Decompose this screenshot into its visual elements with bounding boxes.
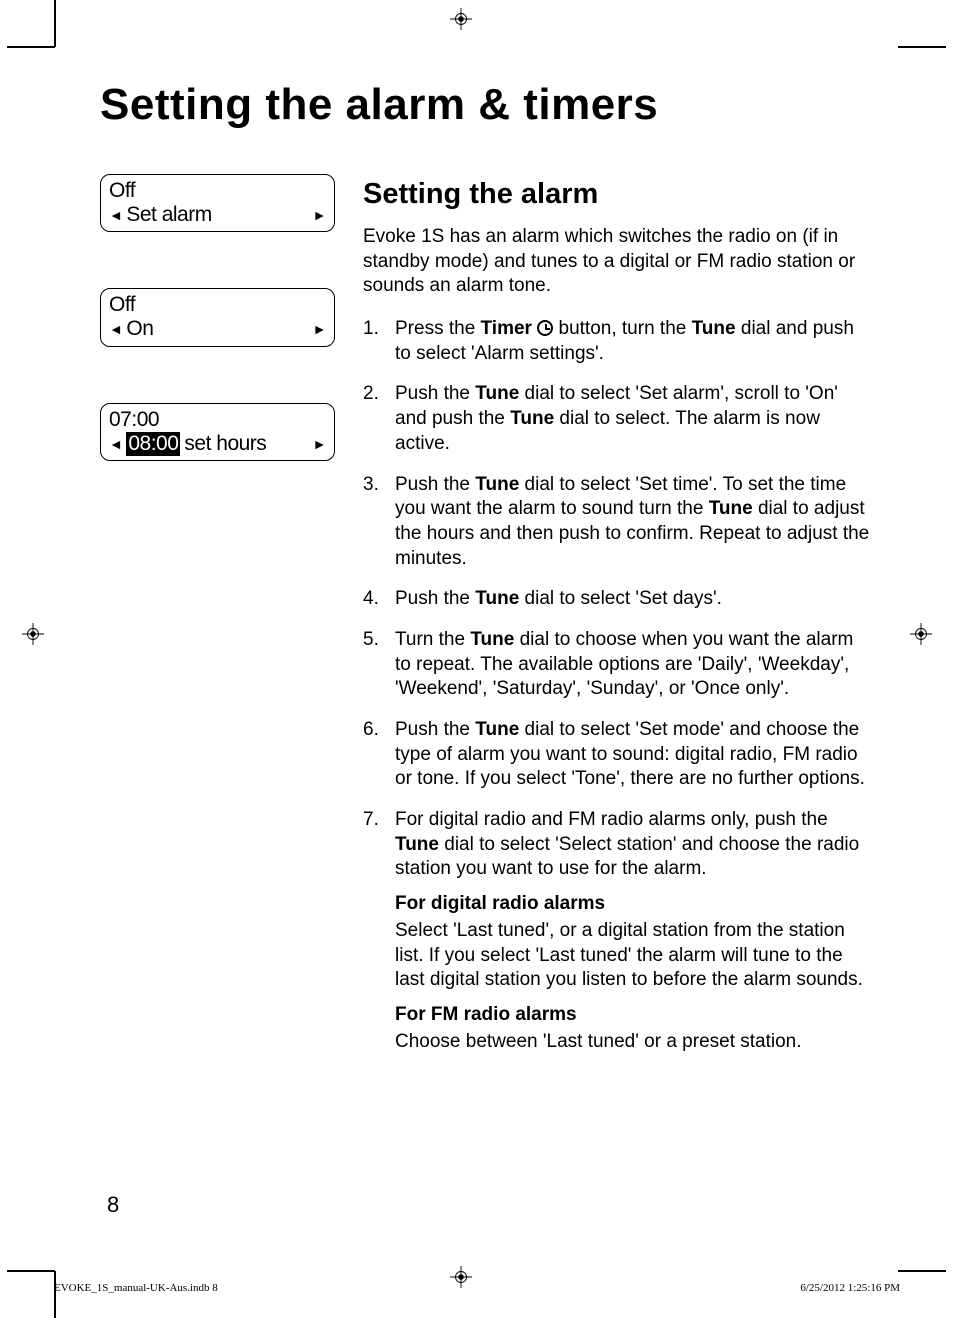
lcd-highlight: 08:00 [126,432,180,456]
intro-paragraph: Evoke 1S has an alarm which switches the… [363,225,870,299]
step-number: 1. [363,317,395,366]
step-number: 3. [363,473,395,572]
step-number: 6. [363,718,395,792]
sub-heading: For FM radio alarms [395,1003,870,1028]
step-item: 7. For digital radio and FM radio alarms… [363,808,870,1054]
page-title: Setting the alarm & timers [100,80,870,130]
instructions-column: Setting the alarm Evoke 1S has an alarm … [363,174,870,1070]
lcd-line: set hours [184,432,266,456]
lcd-box-3: 07:00 ◄08:00 set hours ► [100,403,335,461]
lcd-examples-column: Off ◄Set alarm ► Off ◄On ► 07:00 ◄08:00 … [100,174,335,1070]
step-item: 5. Turn the Tune dial to choose when you… [363,628,870,702]
arrow-right-icon: ► [313,321,326,337]
step-item: 4. Push the Tune dial to select 'Set day… [363,587,870,612]
footer-filename: EVOKE_1S_manual-UK-Aus.indb 8 [54,1282,218,1294]
crop-mark [54,0,56,47]
arrow-left-icon: ◄ [109,436,122,452]
arrow-left-icon: ◄ [109,207,122,223]
clock-icon [537,320,553,336]
lcd-line: Set alarm [126,203,211,227]
step-number: 2. [363,382,395,456]
registration-mark-icon [450,1266,472,1288]
crop-mark [7,46,55,48]
registration-mark-icon [450,8,472,30]
sub-heading: For digital radio alarms [395,892,870,917]
footer-timestamp: 6/25/2012 1:25:16 PM [800,1282,900,1294]
crop-mark [54,1271,56,1318]
section-heading: Setting the alarm [363,178,870,211]
crop-mark [898,1270,946,1272]
registration-mark-icon [910,623,932,645]
lcd-box-2: Off ◄On ► [100,288,335,346]
registration-mark-icon [22,623,44,645]
crop-mark [898,46,946,48]
arrow-right-icon: ► [313,436,326,452]
crop-mark [7,1270,55,1272]
step-item: 6. Push the Tune dial to select 'Set mod… [363,718,870,792]
lcd-line: Off [109,293,326,317]
sub-section: For digital radio alarms Select 'Last tu… [395,892,870,993]
sub-section: For FM radio alarms Choose between 'Last… [395,1003,870,1054]
page-number: 8 [107,1192,119,1218]
arrow-left-icon: ◄ [109,321,122,337]
step-item: 3. Push the Tune dial to select 'Set tim… [363,473,870,572]
step-item: 1. Press the Timer button, turn the Tune… [363,317,870,366]
step-item: 2. Push the Tune dial to select 'Set ala… [363,382,870,456]
lcd-line: 07:00 [109,408,326,432]
lcd-line: Off [109,179,326,203]
step-number: 5. [363,628,395,702]
lcd-box-1: Off ◄Set alarm ► [100,174,335,232]
arrow-right-icon: ► [313,207,326,223]
steps-list: 1. Press the Timer button, turn the Tune… [363,317,870,1054]
lcd-line: On [126,317,153,341]
step-number: 4. [363,587,395,612]
step-number: 7. [363,808,395,1054]
